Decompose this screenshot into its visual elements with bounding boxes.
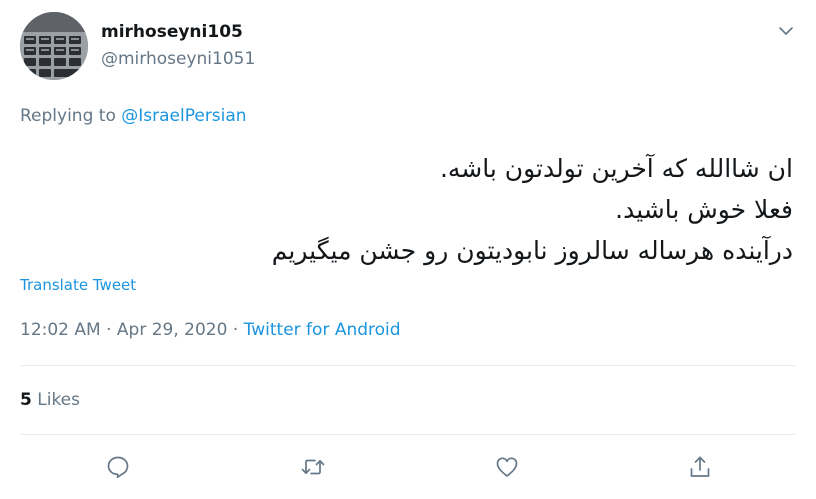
retweet-icon[interactable] <box>299 453 327 481</box>
likes-stat[interactable]: 5 Likes <box>20 390 80 410</box>
tweet-line: ان شاالله که آخرین تولدتون باشه. <box>439 154 793 183</box>
chevron-down-icon[interactable] <box>776 21 796 41</box>
divider <box>20 434 796 435</box>
tweet-text: ان شاالله که آخرین تولدتون باشه. فعلا خو… <box>33 148 793 271</box>
meta-separator: · <box>227 320 244 340</box>
tweet-line: درآینده هرساله سالروز نابودیتون رو جشن م… <box>271 236 793 265</box>
replying-to-label: Replying to <box>20 106 122 126</box>
tweet-time[interactable]: 12:02 AM <box>20 320 101 340</box>
meta-separator: · <box>100 320 117 340</box>
tweet-source-link[interactable]: Twitter for Android <box>244 320 401 340</box>
avatar-image <box>20 12 88 80</box>
replying-to: Replying to @IsraelPersian <box>20 106 247 126</box>
reply-target-link[interactable]: @IsraelPersian <box>121 106 246 126</box>
display-name[interactable]: mirhoseyni105 <box>101 22 243 42</box>
translate-tweet-link[interactable]: Translate Tweet <box>20 276 136 294</box>
tweet-date[interactable]: Apr 29, 2020 <box>117 320 228 340</box>
likes-count: 5 <box>20 390 32 410</box>
heart-icon[interactable] <box>493 453 521 481</box>
avatar[interactable] <box>20 12 88 80</box>
user-handle[interactable]: @mirhoseyni1051 <box>101 49 255 69</box>
tweet-meta: 12:02 AM · Apr 29, 2020 · Twitter for An… <box>20 320 401 340</box>
divider <box>20 365 796 366</box>
tweet-line: فعلا خوش باشید. <box>615 195 793 224</box>
share-icon[interactable] <box>686 453 714 481</box>
likes-label: Likes <box>37 390 80 410</box>
reply-icon[interactable] <box>104 453 132 481</box>
